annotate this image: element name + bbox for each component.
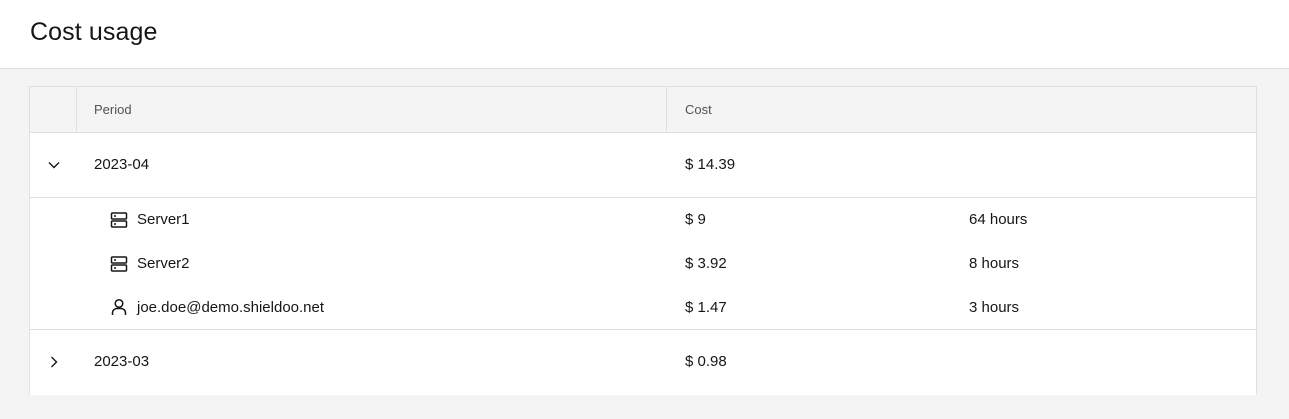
cost-table: Period Cost 2023-04 $ 14.39 Server1 $ 9 … [29, 86, 1257, 395]
cost-value: $ 0.98 [685, 353, 727, 370]
table-row[interactable]: 2023-03 $ 0.98 [30, 330, 1256, 395]
page-title: Cost usage [30, 18, 158, 46]
table-header: Period Cost [30, 87, 1256, 133]
period-value: 2023-04 [94, 156, 150, 173]
item-cost: $ 3.92 [685, 255, 727, 272]
server-icon [110, 256, 128, 272]
list-item: joe.doe@demo.shieldoo.net $ 1.47 3 hours [30, 286, 1256, 330]
list-item: Server1 $ 9 64 hours [30, 198, 1256, 242]
cost-value: $ 14.39 [685, 156, 736, 173]
user-icon [111, 298, 127, 315]
server-icon [110, 212, 128, 228]
period-column-header: Period [77, 87, 667, 132]
item-cost: $ 9 [685, 211, 706, 228]
page-header: Cost usage [0, 0, 1289, 69]
item-name: Server2 [137, 255, 190, 272]
item-hours: 8 hours [969, 255, 1020, 272]
item-name: joe.doe@demo.shieldoo.net [137, 299, 325, 316]
chevron-down-icon[interactable] [46, 157, 62, 173]
expand-column-header [30, 87, 77, 132]
list-item: Server2 $ 3.92 8 hours [30, 242, 1256, 286]
item-name: Server1 [137, 211, 190, 228]
period-column-label: Period [94, 102, 132, 117]
period-value: 2023-03 [94, 353, 150, 370]
item-cost: $ 1.47 [685, 299, 727, 316]
table-row[interactable]: 2023-04 $ 14.39 [30, 133, 1256, 198]
cost-column-label: Cost [685, 102, 712, 117]
item-hours: 64 hours [969, 211, 1028, 228]
chevron-right-icon[interactable] [46, 354, 62, 370]
item-hours: 3 hours [969, 299, 1020, 316]
